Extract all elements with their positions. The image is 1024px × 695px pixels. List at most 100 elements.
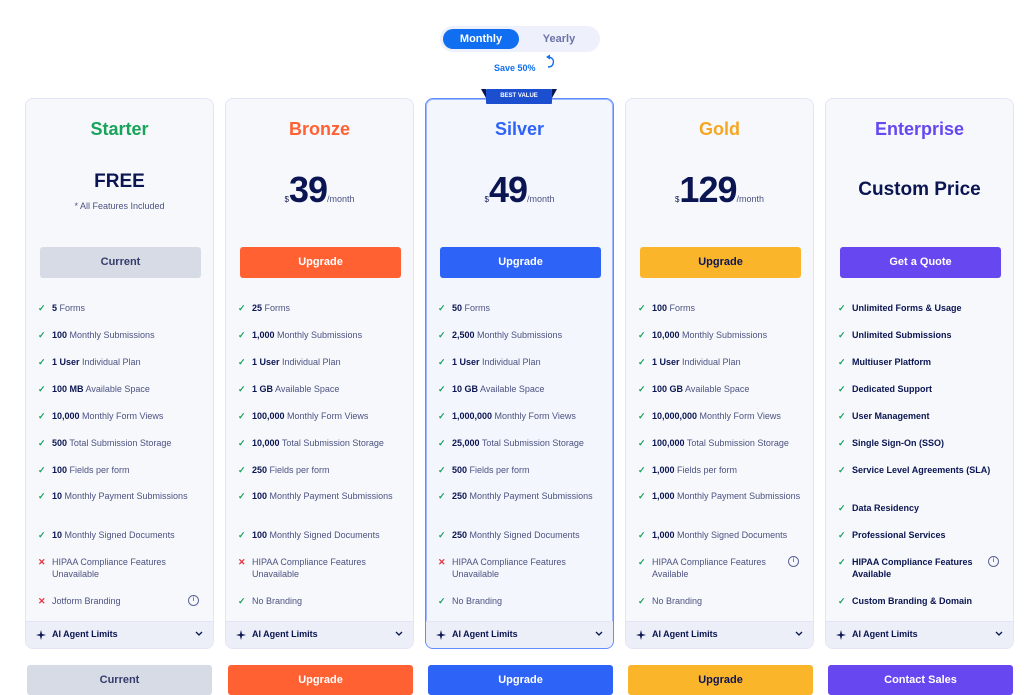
sparkle-icon — [436, 630, 446, 640]
feature-text: Monthly Submissions — [274, 330, 363, 340]
feature-value: 10,000 — [252, 438, 280, 448]
feature-item: ✓ 1,000,000 Monthly Form Views — [438, 410, 603, 422]
ai-agent-limits-toggle[interactable]: AI Agent Limits — [826, 621, 1013, 648]
feature-item: ✓ 250 Monthly Payment Submissions — [438, 490, 603, 502]
feature-text: Monthly Signed Documents — [62, 530, 175, 540]
feature-value: 10 GB — [452, 384, 479, 394]
feature-item: ✕ Jotform Branding i — [38, 595, 203, 607]
feature-text: Forms — [462, 303, 491, 313]
feature-text: Forms — [667, 303, 696, 313]
feature-value: 50 — [452, 303, 463, 313]
feature-item: ✓ Professional Services — [838, 529, 1003, 541]
feature-item: ✓ 1 User Individual Plan — [638, 356, 803, 368]
cross-icon: ✕ — [238, 557, 246, 567]
info-icon[interactable]: i — [188, 595, 199, 606]
feature-item: ✓ 10,000 Total Submission Storage — [238, 437, 403, 449]
feature-item: ✓ Unlimited Submissions — [838, 329, 1003, 341]
check-icon: ✓ — [638, 530, 646, 540]
check-icon: ✓ — [438, 411, 446, 421]
feature-value: 1 User — [452, 357, 480, 367]
check-icon: ✓ — [38, 330, 46, 340]
check-icon: ✓ — [38, 465, 46, 475]
feature-text: Individual Plan — [479, 357, 541, 367]
chevron-down-icon — [195, 631, 203, 636]
info-icon[interactable]: i — [788, 556, 799, 567]
plan-name: Bronze — [288, 119, 350, 139]
check-icon: ✓ — [838, 557, 846, 567]
current-button[interactable]: Current — [40, 247, 201, 278]
feature-text: Available Space — [478, 384, 545, 394]
check-icon: ✓ — [238, 491, 246, 501]
check-icon: ✓ — [238, 330, 246, 340]
check-icon: ✓ — [638, 491, 646, 501]
feature-text: Fields per form — [67, 465, 130, 475]
feature-text: Total Submission Storage — [279, 438, 384, 448]
sparkle-icon — [36, 630, 46, 640]
feature-text: HIPAA Compliance Features Available — [852, 557, 973, 579]
feature-item: ✓ 100,000 Monthly Form Views — [238, 410, 403, 422]
feature-value: 1,000 — [652, 491, 675, 501]
feature-text: Monthly Submissions — [67, 330, 155, 340]
feature-text: Professional Services — [852, 530, 946, 540]
ai-agent-limits-toggle[interactable]: AI Agent Limits — [426, 621, 613, 648]
feature-text: Individual Plan — [79, 357, 141, 367]
check-icon: ✓ — [638, 557, 646, 567]
billing-toggle[interactable]: Monthly Yearly — [440, 26, 600, 52]
feature-text: Monthly Payment Submissions — [267, 491, 393, 501]
monthly-option[interactable]: Monthly — [443, 29, 519, 49]
ai-agent-limits-toggle[interactable]: AI Agent Limits — [626, 621, 813, 648]
upgrade-button[interactable]: Upgrade — [640, 247, 801, 278]
feature-text: Fields per form — [267, 465, 330, 475]
price-free: FREE — [94, 171, 145, 192]
feature-item: ✓ 100,000 Total Submission Storage — [638, 437, 803, 449]
check-icon: ✓ — [438, 596, 446, 606]
check-icon: ✓ — [38, 384, 46, 394]
ai-agent-limits-toggle[interactable]: AI Agent Limits — [226, 621, 413, 648]
feature-item: ✓ 100 Forms — [638, 302, 803, 314]
check-icon: ✓ — [38, 491, 46, 501]
feature-text: Data Residency — [852, 503, 920, 513]
feature-value: 100 — [52, 330, 68, 340]
price-period: /month — [736, 194, 765, 204]
feature-text: Monthly Signed Documents — [467, 530, 580, 540]
cross-icon: ✕ — [38, 557, 46, 567]
bottom-contact-sales-button[interactable]: Contact Sales — [828, 665, 1013, 695]
feature-text: Monthly Form Views — [492, 411, 576, 421]
feature-item: ✓ 100 Monthly Signed Documents — [238, 529, 403, 541]
feature-item: ✓ 100 MB Available Space — [38, 383, 203, 395]
feature-value: 1,000 — [252, 330, 275, 340]
plan-card-bronze: Bronze $39/month Upgrade ✓ 25 Forms ✓ 1,000… — [225, 98, 414, 649]
info-icon[interactable]: i — [988, 556, 999, 567]
feature-value: 10 — [52, 530, 63, 540]
upgrade-button[interactable]: Upgrade — [240, 247, 401, 278]
feature-item: ✓ 1,000 Monthly Submissions — [238, 329, 403, 341]
get-a-quote-button[interactable]: Get a Quote — [840, 247, 1001, 278]
feature-item: ✓ HIPAA Compliance Features Available i — [638, 556, 803, 580]
feature-item: ✓ User Management — [838, 410, 1003, 422]
save-note: Save 50% — [494, 63, 536, 73]
bottom-upgrade-button[interactable]: Upgrade — [228, 665, 413, 695]
plan-name: Starter — [90, 119, 149, 139]
feature-item: ✓ 1 User Individual Plan — [438, 356, 603, 368]
feature-value: 1,000,000 — [452, 411, 493, 421]
bottom-upgrade-button[interactable]: Upgrade — [628, 665, 813, 695]
feature-text: Monthly Signed Documents — [267, 530, 380, 540]
feature-value: 100 GB — [652, 384, 684, 394]
bottom-upgrade-button[interactable]: Upgrade — [428, 665, 613, 695]
bottom-current-button[interactable]: Current — [27, 665, 212, 695]
check-icon: ✓ — [838, 357, 846, 367]
upgrade-button[interactable]: Upgrade — [440, 247, 601, 278]
feature-item: ✓ 500 Total Submission Storage — [38, 437, 203, 449]
feature-value: 100,000 — [252, 411, 285, 421]
yearly-option[interactable]: Yearly — [521, 29, 597, 49]
feature-text: Monthly Signed Documents — [674, 530, 788, 540]
ai-agent-limits-label: AI Agent Limits — [52, 629, 118, 639]
feature-item: ✓ 100 Monthly Payment Submissions — [238, 490, 403, 502]
ai-agent-limits-label: AI Agent Limits — [852, 629, 918, 639]
check-icon: ✓ — [638, 330, 646, 340]
best-value-badge: BEST VALUE — [481, 89, 557, 104]
ai-agent-limits-toggle[interactable]: AI Agent Limits — [26, 621, 213, 648]
feature-value: 100 — [252, 491, 268, 501]
feature-item: ✓ 1,000 Fields per form — [638, 464, 803, 476]
feature-text: Monthly Form Views — [284, 411, 369, 421]
